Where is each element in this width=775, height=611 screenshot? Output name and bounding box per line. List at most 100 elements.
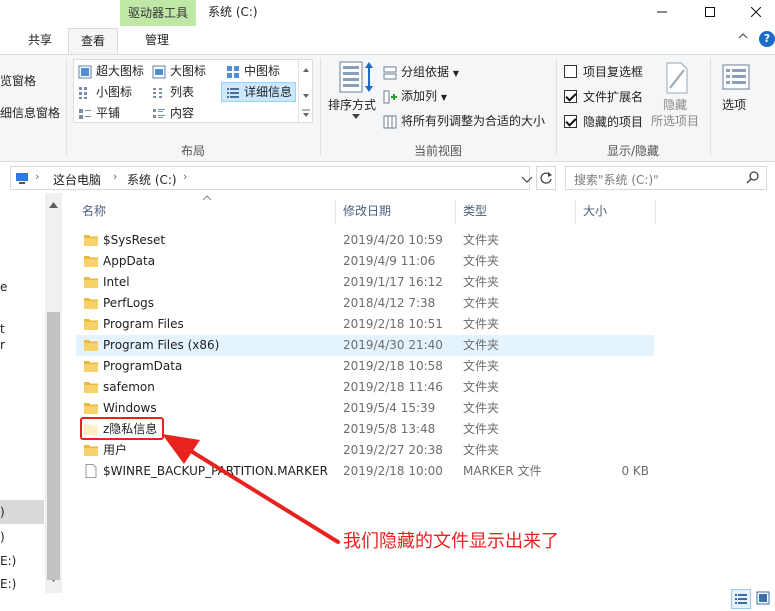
column-divider[interactable] [575,200,576,224]
folder-icon [84,403,98,414]
tab-drive-tools[interactable]: 驱动器工具 [120,0,196,26]
nav-item[interactable]: E:) [0,577,16,591]
breadcrumb-system-c[interactable]: 系统 (C:) [127,171,177,188]
column-divider[interactable] [335,200,336,224]
group-by-button[interactable]: 分组依据 ▼ [383,63,459,83]
tab-manage[interactable]: 管理 [132,28,182,54]
layout-medium-icons[interactable]: 中图标 [226,62,280,80]
layout-small-icons[interactable]: 小图标 [78,83,132,101]
layout-content[interactable]: 内容 [152,104,194,122]
column-header-date[interactable]: 修改日期 [343,202,391,219]
item-checkboxes-checkbox[interactable] [564,65,577,78]
layout-details[interactable]: 详细信息 [226,83,292,101]
file-row[interactable]: Program Files (x86) 2019/4/30 21:40 文件夹 [76,335,654,356]
file-modified-date: 2019/4/9 11:06 [343,254,436,268]
folder-icon [84,361,98,372]
file-modified-date: 2019/5/4 15:39 [343,401,436,415]
hidden-items-toggle[interactable]: 隐藏的项目 [564,113,643,131]
tab-share[interactable]: 共享 [20,28,60,54]
layout-large-icons[interactable]: 大图标 [152,62,206,80]
layout-gallery-scroll[interactable] [298,60,312,122]
nav-scrollbar-thumb[interactable] [47,312,60,580]
file-type: 文件夹 [463,401,500,415]
file-type: 文件夹 [463,359,500,373]
file-row[interactable]: Intel 2019/1/17 16:12 文件夹 [76,272,654,293]
file-extensions-toggle[interactable]: 文件扩展名 [564,88,643,106]
file-row[interactable]: safemon 2019/2/18 11:46 文件夹 [76,377,654,398]
file-row[interactable]: AppData 2019/4/9 11:06 文件夹 [76,251,654,272]
nav-item[interactable]: ) [0,505,5,519]
file-type: 文件夹 [463,317,500,331]
column-divider[interactable] [455,200,456,224]
details-view-button[interactable] [731,589,751,609]
file-modified-date: 2019/2/18 10:58 [343,359,443,373]
file-modified-date: 2019/1/17 16:12 [343,275,443,289]
column-divider[interactable] [655,200,656,224]
address-dropdown-chevron-icon[interactable] [521,176,533,184]
large-icons-view-icon [756,591,770,605]
hide-selected-icon [666,62,688,94]
sort-icon [339,61,373,93]
column-header-name[interactable]: 名称 [82,202,106,219]
options-button[interactable]: 选项 [714,60,758,120]
hide-selected-items-button[interactable]: 隐藏 所选项目 [650,60,704,132]
ribbon-collapse-chevron-icon[interactable] [737,30,753,45]
address-bar[interactable]: › 这台电脑 › 系统 (C:) › [10,166,533,190]
breadcrumb-this-pc[interactable]: 这台电脑 [53,171,101,188]
nav-item[interactable]: e [0,280,7,294]
details-pane-button[interactable]: 细信息窗格 [0,104,60,122]
nav-item[interactable]: ) [0,530,5,544]
hide-selected-label-2: 所选项目 [651,114,700,128]
search-input[interactable]: 搜索"系统 (C:)" [565,166,767,190]
layout-extra-large-icons[interactable]: 超大图标 [78,62,144,80]
search-icon [746,171,759,184]
item-checkboxes-toggle[interactable]: 项目复选框 [564,63,643,81]
nav-selected-item [0,500,44,524]
list-icon [153,87,162,98]
large-icons-view-button[interactable] [754,589,774,609]
nav-item[interactable]: t [0,322,5,336]
annotation-arrow-icon [162,434,340,544]
file-type: 文件夹 [463,338,500,352]
minimize-button[interactable] [639,0,685,24]
sort-by-button[interactable]: 排序方式 [328,60,378,130]
preview-pane-button[interactable]: 览窗格 [0,72,36,90]
group-label-current-view: 当前视图 [413,144,462,158]
file-row[interactable]: ProgramData 2019/2/18 10:58 文件夹 [76,356,654,377]
small-icons-icon [79,86,87,99]
file-name: AppData [103,254,156,268]
file-row[interactable]: Windows 2019/5/4 15:39 文件夹 [76,398,654,419]
file-name: ProgramData [103,359,183,373]
fit-columns-button[interactable]: 将所有列调整为合适的大小 [383,112,545,130]
column-header-type[interactable]: 类型 [463,202,487,219]
file-extensions-checkbox[interactable] [564,90,577,103]
minimize-icon [657,11,667,12]
file-row[interactable]: $SysReset 2019/4/20 10:59 文件夹 [76,230,654,251]
nav-item[interactable]: E:) [0,554,16,568]
maximize-button[interactable] [687,0,733,24]
close-button[interactable] [733,0,775,24]
hidden-items-checkbox[interactable] [564,115,577,128]
tab-view[interactable]: 查看 [68,28,118,55]
folder-icon [84,256,98,267]
sort-by-label: 排序方式 [328,98,377,112]
layout-tiles[interactable]: 平铺 [78,104,120,122]
file-type: 文件夹 [463,443,500,457]
column-header-size[interactable]: 大小 [583,202,607,219]
this-pc-icon [16,173,28,184]
nav-item[interactable]: r [0,338,5,352]
layout-list[interactable]: 列表 [152,83,194,101]
fit-columns-icon [383,115,397,128]
ribbon-separator [66,58,67,156]
help-icon[interactable]: ? [759,31,775,47]
breadcrumb-separator: › [183,170,188,183]
refresh-button[interactable] [536,166,556,190]
tiles-icon [79,108,91,119]
file-row[interactable]: PerfLogs 2018/4/12 7:38 文件夹 [76,293,654,314]
file-type: 文件夹 [463,380,500,394]
breadcrumb-separator: › [113,170,118,183]
file-icon [85,464,97,478]
sort-ascending-icon [202,195,212,201]
add-column-button[interactable]: 添加列 ▼ [383,87,447,107]
file-row[interactable]: Program Files 2019/2/18 10:51 文件夹 [76,314,654,335]
